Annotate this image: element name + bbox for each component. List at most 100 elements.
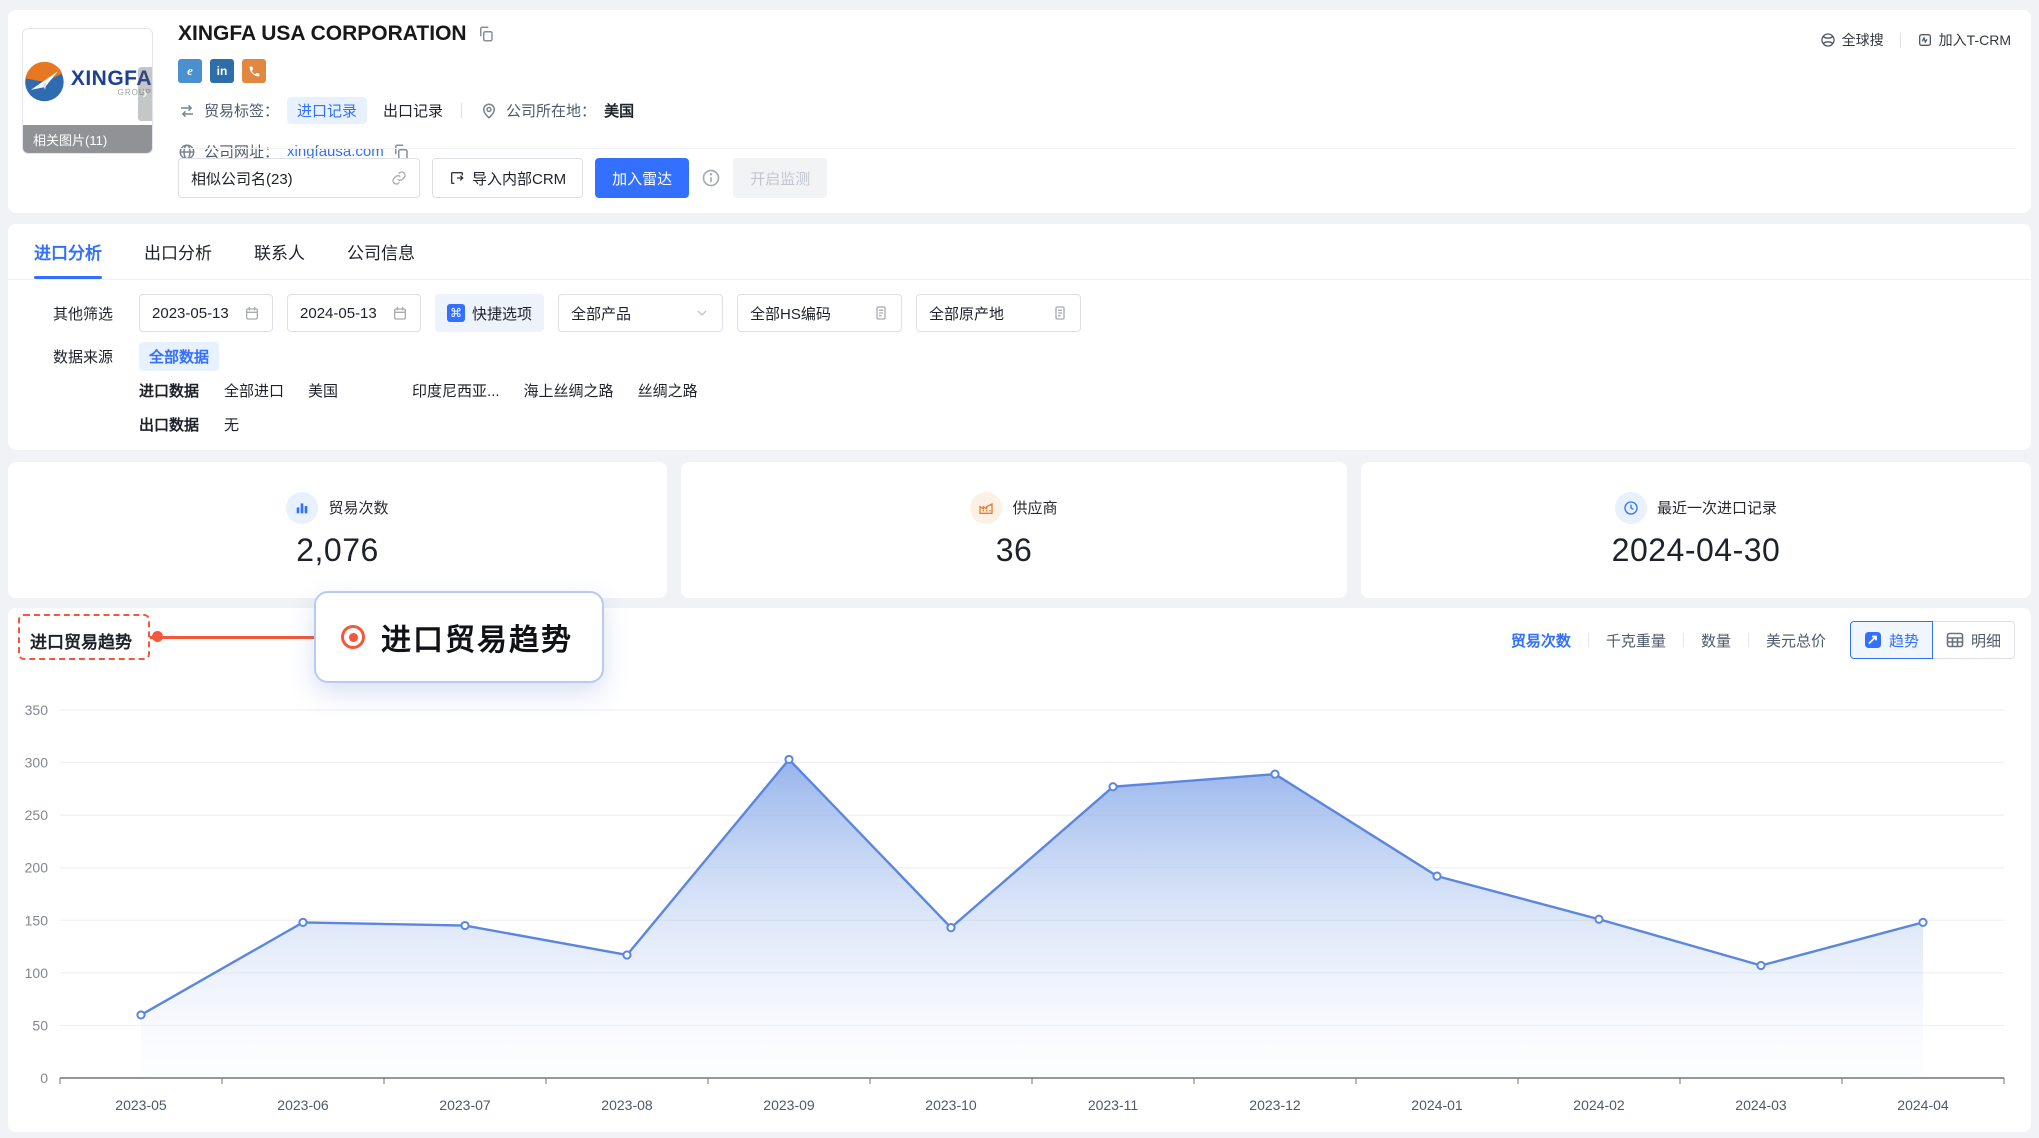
header-actions: 相似公司名(23) 导入内部CRM 加入雷达 开启监测	[178, 158, 827, 198]
stat-value: 36	[996, 532, 1033, 569]
similar-companies-label: 相似公司名(23)	[191, 168, 391, 189]
import-icon	[449, 170, 465, 186]
import-crm-button[interactable]: 导入内部CRM	[432, 158, 583, 198]
tcrm-icon	[1917, 32, 1933, 48]
trend-view-button[interactable]: 趋势	[1850, 621, 1933, 659]
svg-text:300: 300	[25, 755, 49, 771]
header-divider	[178, 148, 2017, 149]
tab-company-info[interactable]: 公司信息	[347, 224, 415, 279]
trend-chart-svg[interactable]: 0501001502002503003502023-052023-062023-…	[8, 670, 2031, 1132]
monitor-button[interactable]: 开启监测	[733, 158, 827, 198]
tab-import-analysis[interactable]: 进口分析	[34, 224, 102, 279]
export-record-tag[interactable]: 出口记录	[383, 100, 443, 121]
import-data-item: 印度尼西亚...	[412, 380, 500, 401]
company-name: XINGFA USA CORPORATION	[178, 22, 467, 46]
trade-label-title: 贸易标签：	[204, 100, 279, 121]
svg-text:2023-05: 2023-05	[115, 1097, 167, 1113]
svg-text:350: 350	[25, 702, 49, 718]
quick-options-label: 快捷选项	[472, 303, 532, 324]
import-data-item: 美国	[308, 380, 338, 401]
divider	[1900, 33, 1901, 48]
svg-text:2023-08: 2023-08	[601, 1097, 653, 1113]
origin-value: 全部原产地	[929, 303, 1004, 324]
data-source-label: 数据来源	[53, 346, 139, 367]
metric-trade-count[interactable]: 贸易次数	[1511, 630, 1571, 651]
stat-label: 贸易次数	[328, 497, 388, 518]
svg-text:250: 250	[25, 807, 49, 823]
linkedin-icon[interactable]: in	[210, 59, 234, 83]
svg-text:2024-04: 2024-04	[1897, 1097, 1949, 1113]
join-radar-button[interactable]: 加入雷达	[595, 158, 689, 198]
svg-text:2024-02: 2024-02	[1573, 1097, 1625, 1113]
stat-value: 2,076	[296, 532, 379, 569]
header-right-actions: 全球搜 加入T-CRM	[1820, 30, 2011, 50]
xingfa-logo-mark	[23, 56, 66, 108]
import-record-tag[interactable]: 进口记录	[287, 97, 367, 124]
date-to-picker[interactable]: 2024-05-13	[287, 294, 421, 332]
all-data-chip[interactable]: 全部数据	[139, 342, 219, 371]
global-search-button[interactable]: 全球搜	[1820, 30, 1884, 50]
stat-card-trade-count: 贸易次数 2,076	[8, 462, 667, 598]
import-crm-label: 导入内部CRM	[472, 168, 566, 189]
command-icon: ⌘	[447, 304, 465, 322]
website-icon[interactable]: e	[178, 59, 202, 83]
page: XINGFA GROUP 相关图片(11) › XINGFA USA CORPO…	[0, 0, 2039, 1138]
export-data-label: 出口数据	[139, 414, 224, 435]
global-search-label: 全球搜	[1842, 30, 1884, 50]
stat-card-suppliers: 供应商 36	[681, 462, 1347, 598]
metric-quantity[interactable]: 数量	[1701, 630, 1731, 651]
bar-chart-icon	[286, 492, 318, 524]
hs-code-select[interactable]: 全部HS编码	[737, 294, 902, 332]
svg-text:2023-12: 2023-12	[1249, 1097, 1301, 1113]
tab-contacts[interactable]: 联系人	[254, 224, 305, 279]
clock-icon	[1615, 492, 1647, 524]
metric-kg-weight[interactable]: 千克重量	[1606, 630, 1666, 651]
chevron-down-icon	[694, 305, 710, 321]
company-logo: XINGFA GROUP 相关图片(11) ›	[22, 28, 153, 154]
location-label: 公司所在地：	[506, 100, 596, 121]
monitor-label: 开启监测	[750, 168, 810, 189]
svg-text:2024-03: 2024-03	[1735, 1097, 1787, 1113]
phone-icon[interactable]	[242, 59, 266, 83]
svg-text:2023-07: 2023-07	[439, 1097, 491, 1113]
join-tcrm-button[interactable]: 加入T-CRM	[1917, 30, 2011, 50]
trend-chart-card: 进口贸易趋势 贸易次数 千克重量 数量 美元总价 趋势	[8, 608, 2031, 1132]
join-tcrm-label: 加入T-CRM	[1939, 30, 2011, 50]
location-pin-icon	[480, 102, 498, 120]
calendar-icon	[244, 305, 260, 321]
import-data-item: 全部进口	[224, 380, 284, 401]
detail-view-button[interactable]: 明细	[1932, 621, 2015, 659]
copy-company-name-icon[interactable]	[477, 25, 495, 43]
similar-companies-field[interactable]: 相似公司名(23)	[178, 158, 420, 198]
chevron-right-icon[interactable]: ›	[138, 67, 152, 121]
annotation-callout: 进口贸易趋势	[314, 591, 604, 683]
date-from-value: 2023-05-13	[152, 305, 229, 322]
stat-value: 2024-04-30	[1612, 532, 1781, 569]
svg-text:0: 0	[40, 1070, 48, 1086]
origin-select[interactable]: 全部原产地	[916, 294, 1081, 332]
chart-title: 进口贸易趋势	[30, 628, 132, 653]
related-images-badge[interactable]: 相关图片(11)	[23, 125, 152, 153]
stat-label: 供应商	[1012, 497, 1057, 518]
join-radar-label: 加入雷达	[612, 168, 672, 189]
view-toggle-group: 趋势 明细	[1850, 621, 2015, 659]
date-from-picker[interactable]: 2023-05-13	[139, 294, 273, 332]
quick-options-button[interactable]: ⌘ 快捷选项	[435, 294, 544, 332]
divider	[1588, 633, 1589, 647]
company-info: XINGFA USA CORPORATION e in 贸易标签： 进口记录 出…	[178, 22, 634, 165]
svg-text:200: 200	[25, 860, 49, 876]
table-icon	[1946, 631, 1964, 649]
export-data-row: 出口数据 无	[53, 414, 239, 435]
company-header-card: XINGFA GROUP 相关图片(11) › XINGFA USA CORPO…	[8, 10, 2031, 213]
metric-usd-total[interactable]: 美元总价	[1766, 630, 1826, 651]
tab-export-analysis[interactable]: 出口分析	[144, 224, 212, 279]
trend-icon	[1864, 631, 1882, 649]
products-select[interactable]: 全部产品	[558, 294, 723, 332]
data-source-row: 数据来源 全部数据	[53, 342, 219, 371]
divider	[1683, 633, 1684, 647]
trade-arrows-icon	[178, 102, 196, 120]
info-icon[interactable]	[701, 168, 721, 188]
hs-code-value: 全部HS编码	[750, 303, 831, 324]
chart-controls: 贸易次数 千克重量 数量 美元总价 趋势	[1511, 620, 2015, 660]
svg-text:150: 150	[25, 912, 49, 928]
